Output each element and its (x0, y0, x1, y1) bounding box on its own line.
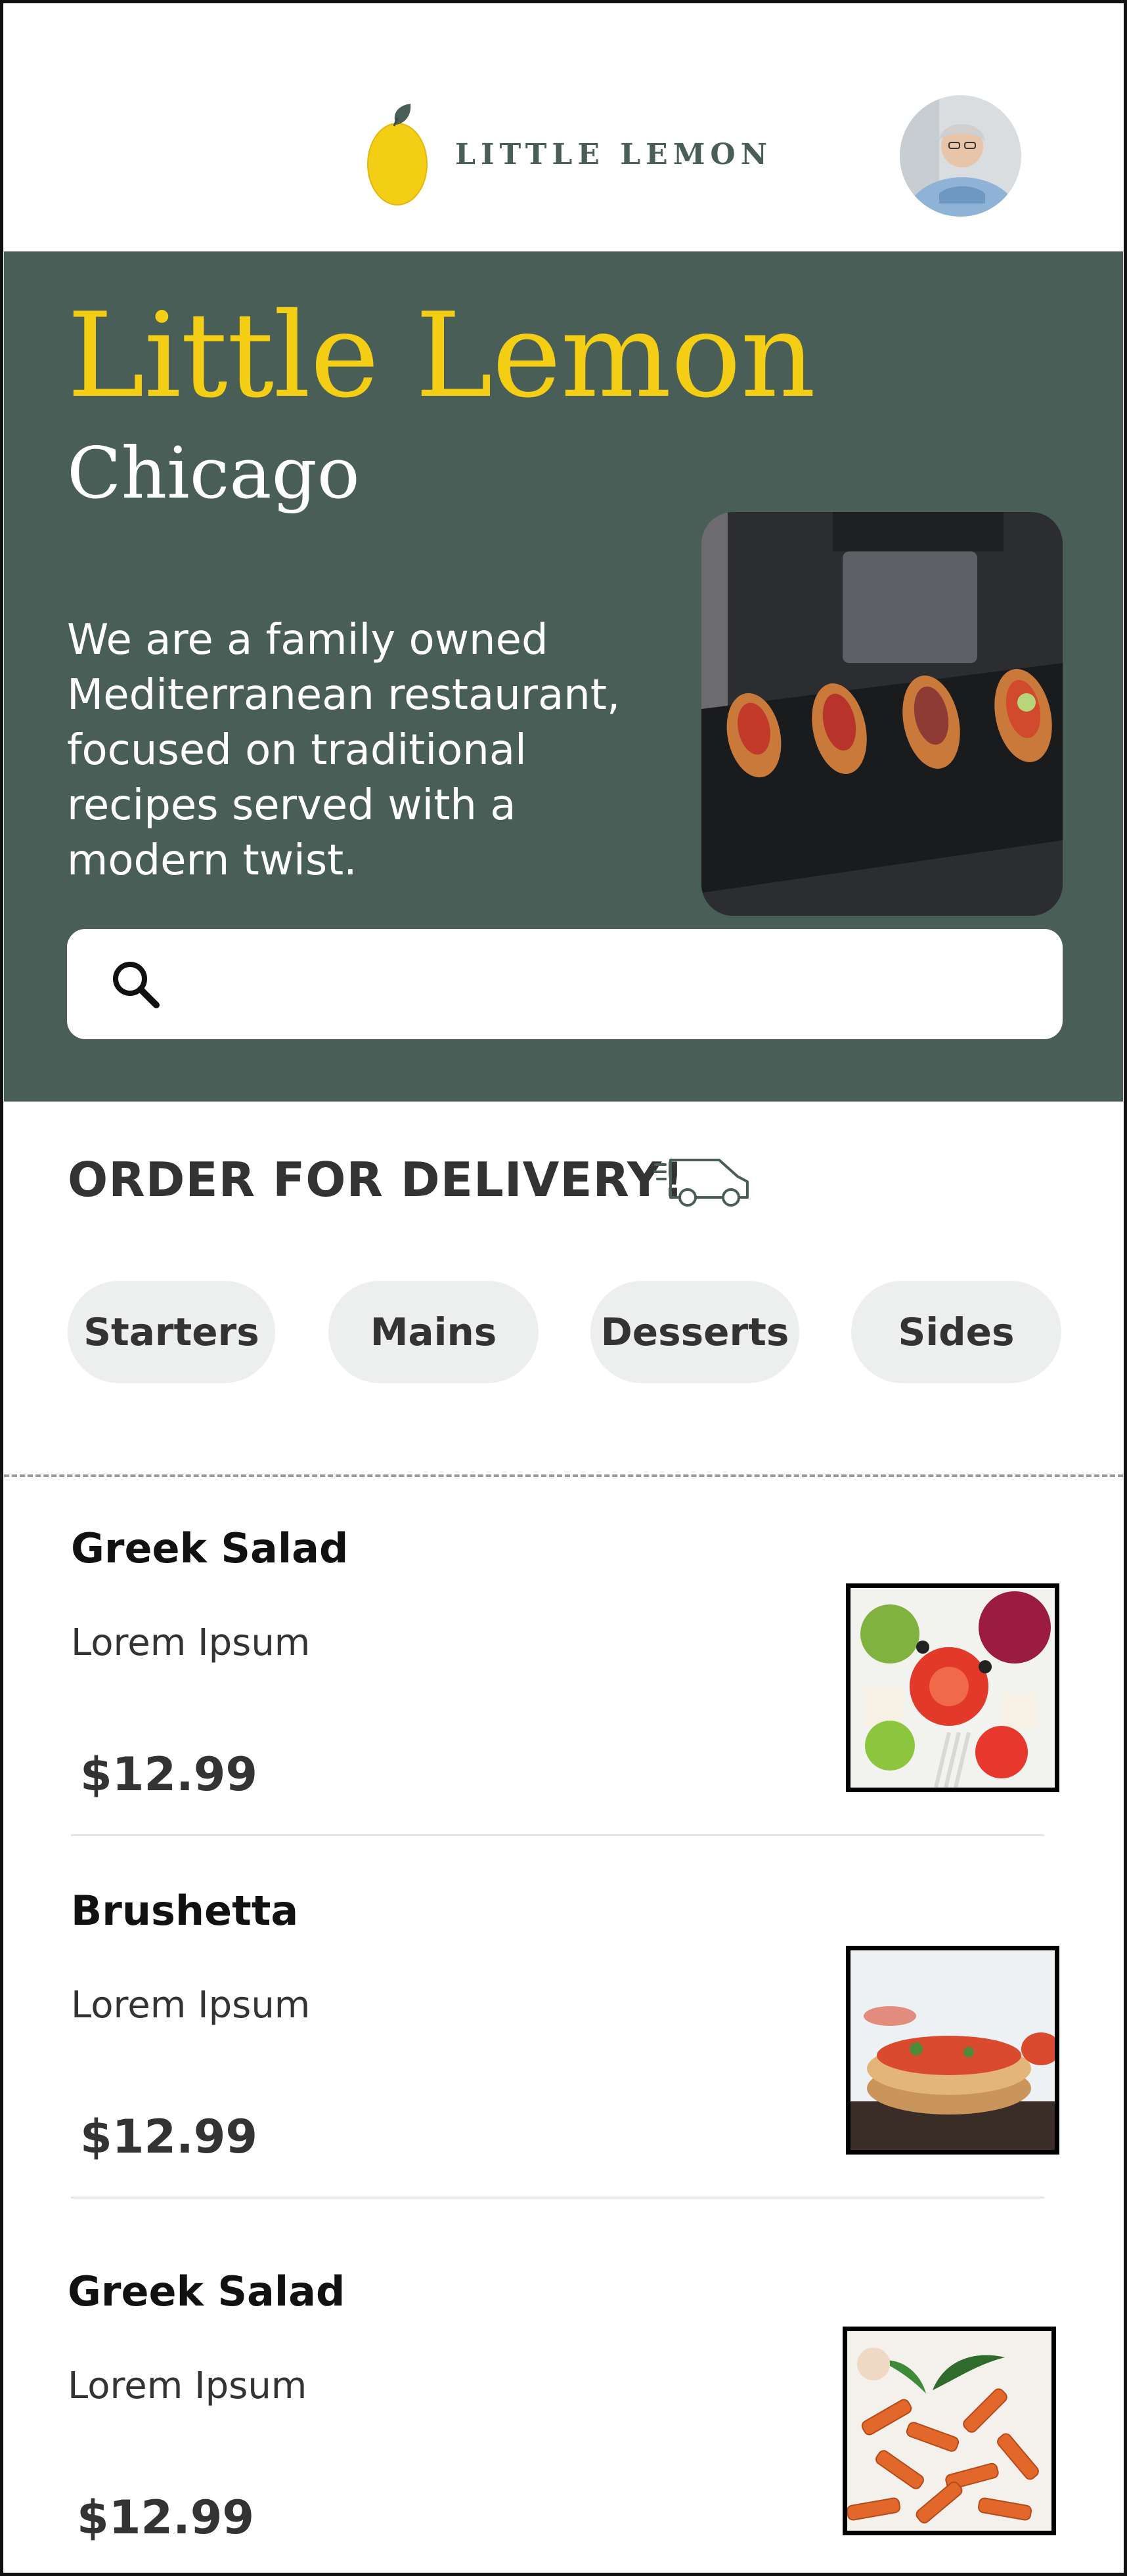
hero-section: Little Lemon Chicago We are a family own… (4, 251, 1123, 1102)
hero-subtitle: Chicago (67, 433, 360, 515)
delivery-truck-icon (653, 1159, 749, 1207)
menu-item-price: $12.99 (80, 2110, 258, 2164)
hero-title: Little Lemon (67, 288, 816, 423)
section-divider (4, 1474, 1123, 1477)
menu-item-price: $12.99 (80, 1748, 258, 1801)
pasta-image (843, 2327, 1056, 2535)
category-starters[interactable]: Starters (68, 1281, 275, 1383)
menu-item-name: Greek Salad (71, 1524, 349, 1572)
lemon-icon (367, 104, 428, 205)
menu-item-description: Lorem Ipsum (71, 1621, 311, 1664)
greek-salad-image (846, 1583, 1059, 1792)
item-separator (71, 1834, 1044, 1836)
menu-item-price: $12.99 (77, 2491, 255, 2544)
hero-description: We are a family owned Mediterranean rest… (67, 616, 621, 885)
order-title: ORDER FOR DELIVERY! (68, 1152, 685, 1207)
menu-item-name: Brushetta (71, 1887, 299, 1935)
item-separator (71, 2197, 1044, 2199)
menu-item-description: Lorem Ipsum (71, 1984, 311, 2027)
logo-text: LITTLE LEMON (455, 137, 772, 171)
app-logo[interactable]: LITTLE LEMON (365, 98, 772, 210)
search-bar[interactable] (67, 929, 1063, 1039)
category-sides[interactable]: Sides (851, 1281, 1061, 1383)
search-icon (113, 962, 160, 1008)
bruschetta-image (846, 1946, 1059, 2155)
app-header: LITTLE LEMON (0, 0, 1127, 251)
category-mains[interactable]: Mains (328, 1281, 539, 1383)
menu-item-name: Greek Salad (68, 2267, 345, 2315)
menu-item-description: Lorem Ipsum (68, 2365, 307, 2407)
avatar-image (900, 95, 1021, 217)
avatar[interactable] (900, 95, 1021, 217)
hero-image (701, 512, 1063, 916)
category-desserts[interactable]: Desserts (590, 1281, 799, 1383)
